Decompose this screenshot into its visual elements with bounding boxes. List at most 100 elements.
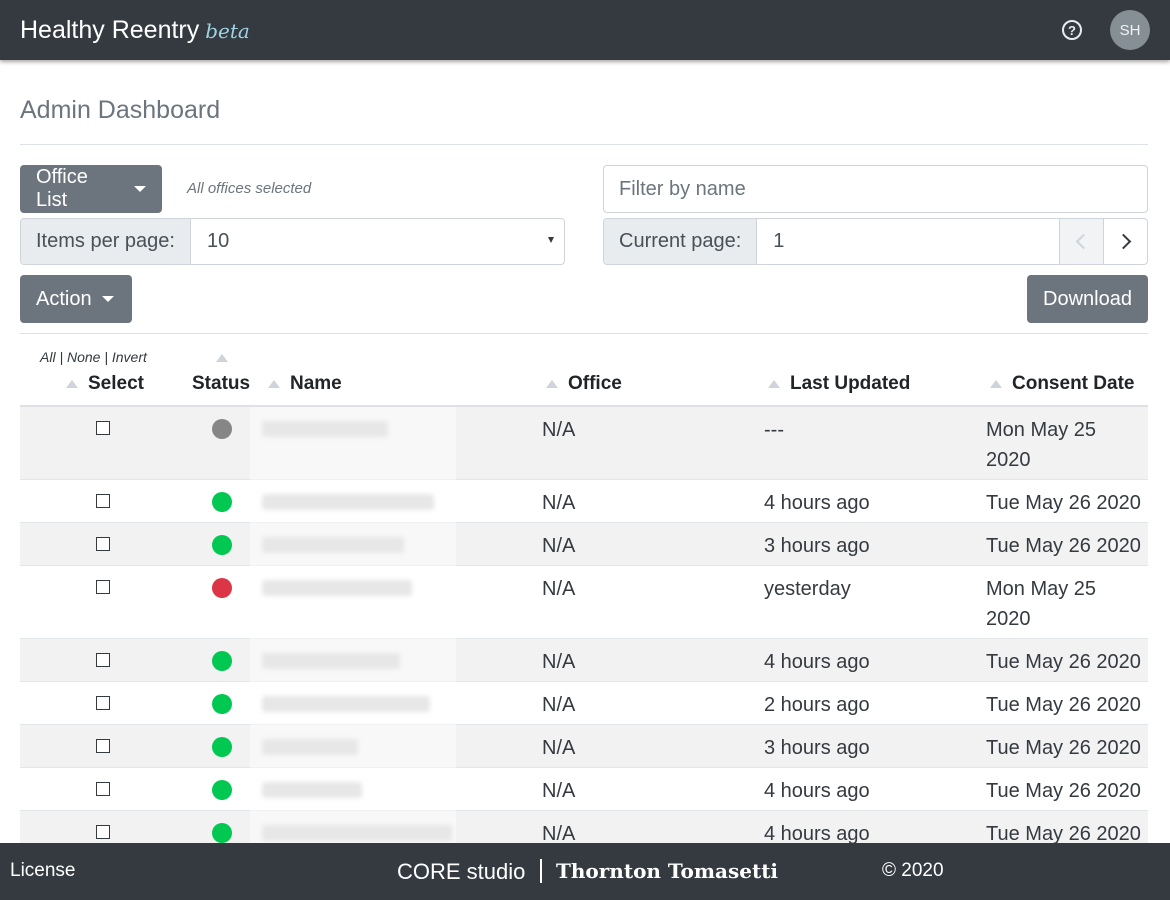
row-select-checkbox[interactable]	[96, 696, 110, 710]
row-select-checkbox[interactable]	[96, 494, 110, 508]
office-cell: N/A	[542, 780, 576, 802]
table-row[interactable]: N/A yesterday Mon May 25 2020	[20, 566, 1148, 639]
row-select-checkbox[interactable]	[96, 580, 110, 594]
last-updated-cell: 4 hours ago	[764, 823, 870, 844]
sort-icon	[66, 380, 78, 388]
office-list-button[interactable]: Office List	[20, 165, 162, 213]
column-last-updated-label: Last Updated	[790, 373, 911, 394]
consent-date-cell: Tue May 26 2020	[986, 535, 1141, 557]
status-sort-icon[interactable]	[216, 349, 228, 367]
row-select-checkbox[interactable]	[96, 825, 110, 839]
caret-down-icon	[101, 296, 114, 302]
download-button[interactable]: Download	[1027, 275, 1148, 323]
name-cell-redacted[interactable]	[262, 696, 430, 712]
select-arrow-icon	[548, 237, 554, 243]
column-status[interactable]: Status	[192, 373, 250, 395]
table-row[interactable]: N/A 4 hours ago Tue May 26 2020	[20, 480, 1148, 523]
column-name[interactable]: Name	[268, 373, 342, 395]
items-per-page-select[interactable]: 10	[191, 219, 564, 264]
table-row[interactable]: N/A 4 hours ago Tue May 26 2020	[20, 639, 1148, 682]
status-dot-icon	[212, 780, 232, 800]
name-cell-redacted[interactable]	[262, 580, 412, 596]
table-row[interactable]: N/A 4 hours ago Tue May 26 2020	[20, 768, 1148, 811]
name-cell-redacted[interactable]	[262, 494, 434, 510]
status-dot-icon	[212, 419, 232, 439]
office-cell: N/A	[542, 492, 576, 514]
status-dot-icon	[212, 694, 232, 714]
row-select-checkbox[interactable]	[96, 421, 110, 435]
sort-icon	[990, 380, 1002, 388]
consent-date-cell: Tue May 26 2020	[986, 492, 1141, 514]
last-updated-cell: 4 hours ago	[764, 492, 870, 514]
sort-icon	[546, 380, 558, 388]
title-divider	[20, 144, 1148, 145]
status-dot-icon	[212, 535, 232, 555]
column-select[interactable]: Select	[66, 373, 144, 395]
footer-divider	[540, 859, 542, 883]
app-brand[interactable]: Healthy Reentry beta	[20, 16, 250, 45]
table-row[interactable]: N/A 4 hours ago Tue May 26 2020	[20, 811, 1148, 844]
name-cell-redacted[interactable]	[262, 825, 452, 841]
column-office-label: Office	[568, 373, 622, 394]
name-cell-redacted[interactable]	[262, 653, 400, 669]
last-updated-cell: 2 hours ago	[764, 694, 870, 716]
license-link[interactable]: License	[10, 860, 76, 882]
name-cell-redacted[interactable]	[262, 782, 362, 798]
row-select-checkbox[interactable]	[96, 537, 110, 551]
action-button[interactable]: Action	[20, 275, 132, 323]
avatar[interactable]: SH	[1110, 10, 1150, 50]
row-select-checkbox[interactable]	[96, 782, 110, 796]
current-page-label: Current page:	[604, 219, 758, 264]
current-page-input[interactable]: 1	[757, 219, 1059, 264]
office-cell: N/A	[542, 651, 576, 673]
column-consent-date-label: Consent Date	[1012, 373, 1135, 394]
top-navbar: Healthy Reentry beta ? SH	[0, 0, 1170, 60]
status-dot-icon	[212, 823, 232, 843]
row-select-checkbox[interactable]	[96, 739, 110, 753]
table-row[interactable]: N/A --- Mon May 25 2020	[20, 407, 1148, 480]
core-studio-logo: CORE studio	[397, 859, 526, 884]
items-per-page-label: Items per page:	[21, 219, 191, 264]
office-cell: N/A	[542, 578, 576, 600]
name-cell-redacted[interactable]	[262, 537, 404, 553]
filter-by-name-input[interactable]	[603, 165, 1148, 213]
status-dot-icon	[212, 492, 232, 512]
consent-date-cell: Tue May 26 2020	[986, 780, 1141, 802]
name-cell-redacted[interactable]	[262, 421, 388, 437]
status-dot-icon	[212, 737, 232, 757]
status-dot-icon	[212, 651, 232, 671]
sort-icon	[768, 380, 780, 388]
table-row[interactable]: N/A 3 hours ago Tue May 26 2020	[20, 725, 1148, 768]
office-cell: N/A	[542, 694, 576, 716]
consent-date-cell: Tue May 26 2020	[986, 651, 1141, 673]
table-header: Select Status Name Office Last Updated C…	[20, 373, 1148, 407]
office-cell: N/A	[542, 535, 576, 557]
status-dot-icon	[212, 578, 232, 598]
table-divider	[20, 333, 1148, 334]
office-cell: N/A	[542, 823, 576, 844]
office-cell: N/A	[542, 737, 576, 759]
items-per-page-group: Items per page: 10	[20, 218, 565, 265]
row-select-checkbox[interactable]	[96, 653, 110, 667]
table-row[interactable]: N/A 3 hours ago Tue May 26 2020	[20, 523, 1148, 566]
consent-date-cell: Mon May 25 2020	[986, 419, 1097, 471]
chevron-right-icon	[1115, 233, 1132, 250]
question-circle-icon[interactable]: ?	[1062, 20, 1082, 40]
column-name-label: Name	[290, 373, 342, 394]
consent-date-cell: Tue May 26 2020	[986, 694, 1141, 716]
selection-links[interactable]: All | None | Invert	[40, 349, 147, 365]
name-cell-redacted[interactable]	[262, 739, 358, 755]
column-consent-date[interactable]: Consent Date	[990, 373, 1134, 395]
app-name: Healthy Reentry	[20, 15, 200, 44]
page-title: Admin Dashboard	[20, 96, 221, 124]
table-row[interactable]: N/A 2 hours ago Tue May 26 2020	[20, 682, 1148, 725]
beta-label: beta	[205, 18, 250, 43]
consent-date-cell: Tue May 26 2020	[986, 737, 1141, 759]
table-body: N/A --- Mon May 25 2020 N/A 4 hours ago Tue M…	[20, 407, 1148, 844]
column-last-updated[interactable]: Last Updated	[768, 373, 910, 395]
office-cell: N/A	[542, 419, 576, 441]
column-office[interactable]: Office	[546, 373, 622, 395]
next-page-button[interactable]	[1103, 219, 1147, 264]
previous-page-button[interactable]	[1059, 219, 1103, 264]
office-list-label: Office List	[36, 166, 88, 211]
